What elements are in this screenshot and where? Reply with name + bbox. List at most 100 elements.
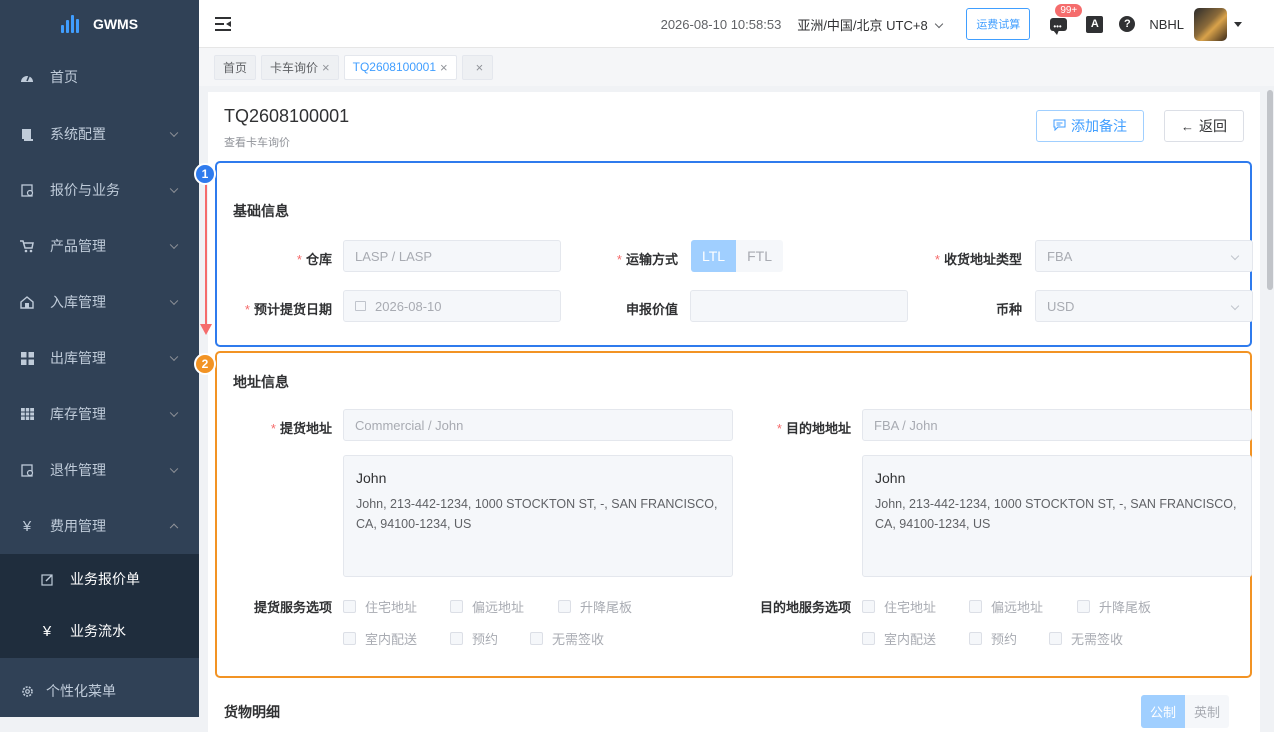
unit-option-imperial[interactable]: 英制	[1185, 695, 1230, 728]
transport-option-ftl[interactable]: FTL	[736, 240, 783, 272]
pickup-address-select[interactable]: Commercial / John	[343, 409, 733, 441]
checkbox[interactable]	[969, 632, 982, 645]
unit-system-toggle[interactable]: 公制 英制	[1141, 695, 1230, 728]
chevron-down-icon	[935, 19, 944, 28]
sidebar-item-label: 业务报价单	[70, 571, 140, 587]
pickup-service-appointment[interactable]: 预约	[450, 629, 498, 648]
username[interactable]: NBHL	[1149, 17, 1184, 32]
goods-detail-title: 货物明细	[224, 704, 280, 720]
declared-value-field[interactable]	[690, 290, 908, 322]
checkbox[interactable]	[450, 632, 463, 645]
transport-mode-toggle[interactable]: LTL FTL	[691, 240, 783, 272]
declared-value-label: 申报价值	[625, 302, 678, 317]
dest-service-indoor[interactable]: 室内配送	[862, 629, 936, 648]
chevron-down-icon	[169, 296, 179, 306]
tab-untitled[interactable]: ×	[461, 54, 494, 80]
destination-contact-name: John	[875, 470, 906, 486]
close-icon[interactable]: ×	[476, 60, 484, 75]
checkbox[interactable]	[1077, 600, 1090, 613]
yen-icon: ¥	[42, 622, 52, 640]
checkbox[interactable]	[343, 632, 356, 645]
close-icon[interactable]: ×	[440, 60, 448, 75]
checkbox[interactable]	[862, 600, 875, 613]
settings-icon	[20, 127, 34, 141]
quote-icon	[20, 183, 34, 197]
tab-truck-inquiry[interactable]: 卡车询价 ×	[261, 54, 339, 80]
tab-label: 卡车询价	[270, 60, 319, 75]
message-icon[interactable]: ••• 99+	[1050, 4, 1083, 35]
checkbox[interactable]	[343, 600, 356, 613]
sidebar-item-custom-menu[interactable]: 个性化菜单	[0, 665, 199, 717]
currency-label: 币种	[995, 302, 1022, 317]
pickup-service-indoor[interactable]: 室内配送	[343, 629, 417, 648]
warehouse-field[interactable]: LASP / LASP	[343, 240, 561, 272]
page-title: TQ2608100001	[224, 106, 350, 126]
caret-down-icon[interactable]	[1234, 21, 1242, 27]
page-scrollbar[interactable]	[1267, 90, 1273, 290]
destination-address-select[interactable]: FBA / John	[862, 409, 1252, 441]
translate-icon[interactable]: A	[1086, 15, 1104, 33]
logo-icon	[60, 15, 79, 33]
avatar[interactable]	[1194, 7, 1227, 41]
sidebar-item-inbound[interactable]: 入库管理	[0, 274, 199, 330]
dest-service-remote[interactable]: 偏远地址	[969, 597, 1043, 616]
pickup-date-picker[interactable]: 2026-08-10	[343, 290, 561, 322]
sidebar-item-quote-business[interactable]: 报价与业务	[0, 162, 199, 218]
app-name: GWMS	[92, 16, 139, 32]
checkbox[interactable]	[450, 600, 463, 613]
pickup-address-detail: John, 213-442-1234, 1000 STOCKTON ST, -,…	[356, 497, 718, 531]
chevron-down-icon	[169, 128, 179, 138]
sidebar-item-inventory[interactable]: 库存管理	[0, 386, 199, 442]
back-label: 返回	[1199, 118, 1227, 134]
tab-inquiry-detail[interactable]: TQ2608100001 ×	[343, 54, 457, 80]
sidebar-item-product[interactable]: 产品管理	[0, 218, 199, 274]
sidebar-item-label: 退件管理	[50, 462, 106, 478]
annotation-arrow	[200, 183, 212, 335]
sidebar-item-home[interactable]: 首页	[0, 48, 199, 106]
dest-service-residential[interactable]: 住宅地址	[862, 597, 936, 616]
menu-toggle-icon[interactable]	[215, 16, 231, 31]
sidebar-item-fees[interactable]: ¥ 费用管理	[0, 498, 199, 554]
pickup-service-remote[interactable]: 偏远地址	[450, 597, 524, 616]
tab-label: 首页	[223, 60, 248, 75]
sidebar-item-label: 费用管理	[50, 518, 106, 534]
sidebar-subitem-quote-sheet[interactable]: 业务报价单	[0, 554, 199, 604]
sidebar-item-system-config[interactable]: 系统配置	[0, 106, 199, 162]
checkbox[interactable]	[558, 600, 571, 613]
chevron-down-icon	[169, 184, 179, 194]
close-icon[interactable]: ×	[322, 60, 330, 75]
checkbox[interactable]	[969, 600, 982, 613]
freight-calculator-button[interactable]: 运费试算	[966, 8, 1031, 40]
pickup-address-card: John John, 213-442-1234, 1000 STOCKTON S…	[343, 455, 733, 577]
tab-home[interactable]: 首页	[214, 54, 257, 80]
address-type-select[interactable]: FBA	[1035, 240, 1253, 272]
sidebar-item-returns[interactable]: 退件管理	[0, 442, 199, 498]
pickup-address-value: Commercial / John	[355, 417, 464, 433]
pickup-service-no-signature[interactable]: 无需签收	[530, 629, 604, 648]
dest-service-appointment[interactable]: 预约	[969, 629, 1017, 648]
checkbox[interactable]	[1049, 632, 1062, 645]
add-note-button[interactable]: 添加备注	[1036, 110, 1144, 142]
currency-select[interactable]: USD	[1035, 290, 1253, 322]
help-icon[interactable]: ?	[1119, 16, 1136, 32]
edit-icon	[40, 572, 54, 586]
pickup-service-liftgate[interactable]: 升降尾板	[558, 597, 632, 616]
address-type-label: * 收货地址类型	[934, 252, 1022, 267]
timezone-select[interactable]: 亚洲/中国/北京 UTC+8	[797, 15, 944, 34]
sidebar-item-label: 业务流水	[70, 623, 126, 639]
add-note-label: 添加备注	[1071, 118, 1127, 134]
dest-service-no-signature[interactable]: 无需签收	[1049, 629, 1123, 648]
sidebar-item-outbound[interactable]: 出库管理	[0, 330, 199, 386]
dest-service-liftgate[interactable]: 升降尾板	[1077, 597, 1151, 616]
back-button[interactable]: ← 返回	[1164, 110, 1244, 142]
app-logo[interactable]: GWMS	[0, 0, 199, 48]
checkbox[interactable]	[862, 632, 875, 645]
message-badge: 99+	[1055, 4, 1083, 17]
sidebar-subitem-business-flow[interactable]: ¥ 业务流水	[0, 604, 199, 658]
comment-icon	[1053, 118, 1066, 134]
unit-option-metric[interactable]: 公制	[1141, 695, 1186, 728]
transport-option-ltl[interactable]: LTL	[691, 240, 737, 272]
sidebar: GWMS 首页 系统配置 报价与业务 产品管理 入库管理 出库管理 库存管理 退…	[0, 0, 199, 717]
pickup-service-residential[interactable]: 住宅地址	[343, 597, 417, 616]
checkbox[interactable]	[530, 632, 543, 645]
